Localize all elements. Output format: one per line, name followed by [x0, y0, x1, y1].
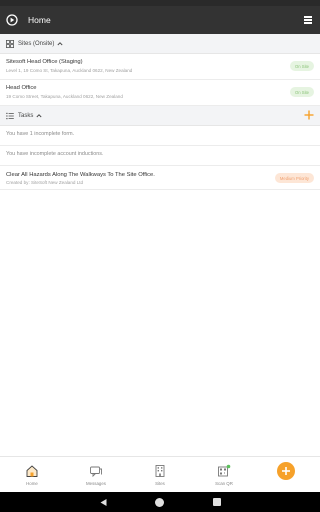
sites-section-label: Sites (Onsite): [18, 40, 55, 47]
site-row[interactable]: Head Office 19 Como Street, Takapuna, Au…: [0, 80, 320, 106]
system-home-icon[interactable]: [155, 498, 164, 507]
app-logo-icon: [5, 13, 19, 27]
site-name: Sitesoft Head Office (Staging): [6, 59, 83, 65]
onsite-badge: On Site: [290, 87, 314, 97]
task-row-hazard[interactable]: Clear All Hazards Along The Walkways To …: [0, 166, 320, 190]
chevron-up-icon[interactable]: [57, 41, 63, 47]
site-row[interactable]: Sitesoft Head Office (Staging) Level 1, …: [0, 54, 320, 80]
site-address: 19 Como Street, Takapuna, Auckland 0622,…: [6, 94, 123, 99]
home-icon: [26, 465, 38, 477]
tasks-section-label: Tasks: [18, 112, 34, 119]
task-text: You have incomplete account inductions.: [6, 151, 104, 157]
qr-code-icon: [218, 464, 231, 477]
nav-item-home[interactable]: Home: [0, 457, 64, 493]
nav-item-messages[interactable]: Messages: [64, 457, 128, 493]
tasks-section-header[interactable]: Tasks: [0, 106, 320, 126]
recent-apps-icon[interactable]: [213, 498, 221, 506]
plus-icon: [282, 467, 290, 475]
task-text: You have 1 incomplete form.: [6, 131, 75, 137]
priority-badge: Medium Priority: [274, 173, 314, 183]
bottom-navigation: Home Messages Sites Scan QR: [0, 456, 320, 492]
nav-label: Messages: [85, 481, 106, 486]
building-icon: [155, 465, 165, 477]
add-task-icon[interactable]: [303, 109, 315, 121]
sites-section-header[interactable]: Sites (Onsite): [0, 34, 320, 54]
back-icon[interactable]: [99, 498, 108, 507]
hazard-title: Clear All Hazards Along The Walkways To …: [6, 172, 155, 178]
nav-label: Sites: [155, 481, 165, 486]
nav-item-sites[interactable]: Sites: [128, 457, 192, 493]
hazard-creator: Created by: SiteSoft New Zealand Ltd: [6, 180, 84, 185]
add-button[interactable]: [277, 462, 295, 480]
onsite-badge: On Site: [290, 61, 314, 71]
task-row-incomplete-form[interactable]: You have 1 incomplete form.: [0, 126, 320, 146]
list-icon: [6, 112, 14, 119]
app-bar: Home: [0, 6, 320, 34]
chevron-up-icon[interactable]: [36, 113, 42, 119]
page-title: Home: [28, 15, 51, 25]
site-name: Head Office: [6, 85, 37, 91]
nav-label: Scan QR: [215, 481, 233, 486]
messages-icon: [90, 466, 102, 478]
nav-item-scan-qr[interactable]: Scan QR: [192, 457, 256, 493]
system-navigation-bar: [0, 492, 320, 512]
grid-icon: [6, 39, 14, 48]
hamburger-menu-icon[interactable]: [304, 14, 314, 26]
site-address: Level 1, 19 Como St, Takapuna, Auckland …: [6, 68, 133, 73]
nav-label: Home: [26, 481, 38, 486]
task-row-inductions[interactable]: You have incomplete account inductions.: [0, 146, 320, 166]
